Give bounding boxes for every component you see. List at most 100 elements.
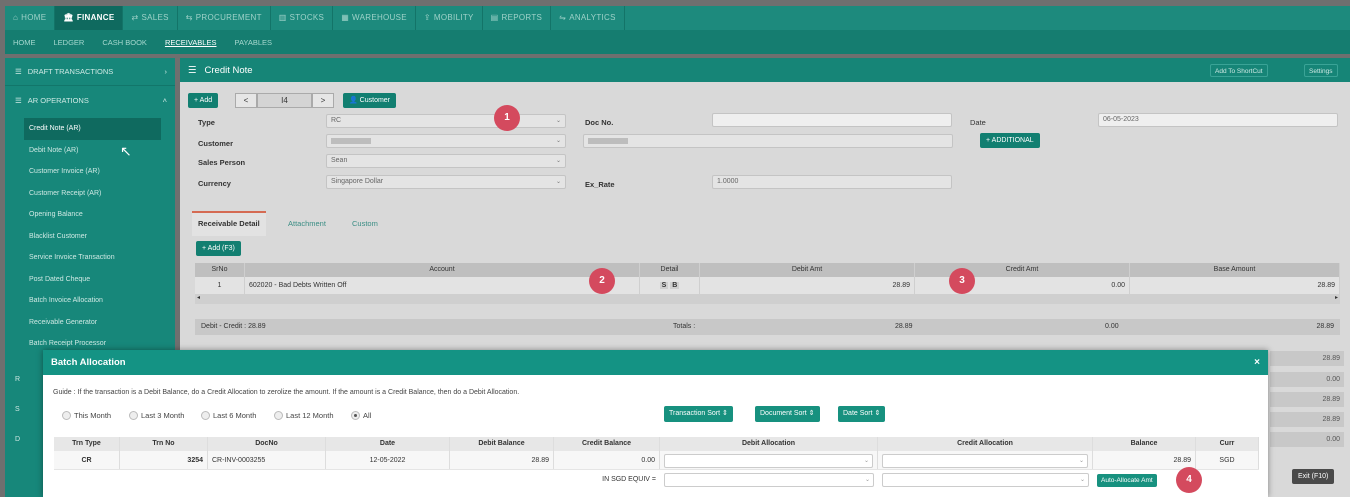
sidebar-item-receivable-generator[interactable]: Receivable Generator	[5, 312, 175, 334]
period-this-month[interactable]: This Month	[62, 411, 111, 420]
finance-subnav: HOME LEDGER CASH BOOK RECEIVABLES PAYABL…	[5, 30, 1350, 54]
debit-allocation-select[interactable]: ⌄	[664, 454, 873, 468]
sidebar-item-credit-note[interactable]: Credit Note (AR)	[24, 118, 161, 140]
radio-button[interactable]	[129, 411, 138, 420]
customer-name-input[interactable]	[583, 134, 953, 148]
scroll-right-icon[interactable]: ▸	[1335, 294, 1338, 301]
period-last-6-month[interactable]: Last 6 Month	[201, 411, 256, 420]
date-sort-button[interactable]: Date Sort ⇕	[838, 406, 886, 422]
chevron-down-icon: ⌄	[863, 458, 869, 464]
summary-value: 28.89	[1270, 392, 1344, 407]
period-last-12-month[interactable]: Last 12 Month	[274, 411, 334, 420]
radio-button[interactable]	[62, 411, 71, 420]
exchange-icon: ⇄	[131, 13, 139, 22]
callout-badge-1: 1	[494, 105, 520, 131]
list-icon: ☰	[188, 64, 197, 76]
additional-button[interactable]: + ADDITIONAL	[980, 133, 1040, 148]
tab-home[interactable]: ⌂ HOME	[5, 6, 56, 30]
totals-label: Totals :	[673, 323, 696, 330]
debit-equiv-select[interactable]: ⌄	[664, 473, 874, 487]
period-last-3-month[interactable]: Last 3 Month	[129, 411, 184, 420]
sidebar-item-opening-balance[interactable]: Opening Balance	[5, 204, 175, 226]
tab-receivable-detail[interactable]: Receivable Detail	[192, 211, 266, 236]
tab-custom[interactable]: Custom	[352, 219, 378, 228]
prev-record-button[interactable]: <	[235, 93, 257, 108]
radio-button-selected[interactable]	[351, 411, 360, 420]
tab-attachment[interactable]: Attachment	[288, 219, 326, 228]
sidebar-collapsed-item[interactable]: D	[15, 436, 20, 443]
period-all[interactable]: All	[351, 411, 371, 420]
detail-s-button[interactable]: S	[659, 282, 669, 289]
ex-rate-input[interactable]: 1.0000	[712, 175, 952, 189]
panel-header: ☰ Credit Note	[180, 58, 1350, 82]
currency-select[interactable]: Singapore Dollar ⌄	[326, 175, 566, 189]
tab-warehouse[interactable]: ▦ WAREHOUSE	[333, 6, 416, 30]
transaction-sort-button[interactable]: Transaction Sort ⇕	[664, 406, 733, 422]
horizontal-scrollbar[interactable]: ◂ ▸	[195, 294, 1340, 304]
sidebar-item-debit-note[interactable]: Debit Note (AR)	[5, 140, 175, 162]
tab-analytics[interactable]: ⇋ ANALYTICS	[551, 6, 625, 30]
warehouse-icon: ▦	[341, 13, 350, 22]
sidebar-draft-transactions[interactable]: ☰ DRAFT TRANSACTIONS ›	[5, 58, 175, 86]
debit-minus-credit: Debit - Credit : 28.89	[201, 323, 266, 330]
tab-reports[interactable]: ▤ REPORTS	[483, 6, 552, 30]
auto-allocate-button[interactable]: Auto-Allocate Amt	[1097, 474, 1157, 487]
add-line-button[interactable]: + Add (F3)	[196, 241, 241, 256]
settings-button[interactable]: Settings	[1304, 64, 1338, 77]
document-sort-button[interactable]: Document Sort ⇕	[755, 406, 820, 422]
sidebar-item-customer-invoice[interactable]: Customer Invoice (AR)	[5, 161, 175, 183]
sidebar-item-customer-receipt[interactable]: Customer Receipt (AR)	[5, 183, 175, 205]
next-record-button[interactable]: >	[312, 93, 334, 108]
radio-button[interactable]	[201, 411, 210, 420]
sidebar-item-service-invoice[interactable]: Service Invoice Transaction	[5, 247, 175, 269]
subnav-ledger[interactable]: LEDGER	[54, 38, 85, 47]
table-row[interactable]: CR 3254 CR-INV-0003255 12-05-2022 28.89 …	[54, 451, 1259, 470]
radio-button[interactable]	[274, 411, 283, 420]
exit-button[interactable]: Exit (F10)	[1292, 469, 1335, 484]
cell-credit-amt: 0.00	[915, 277, 1130, 294]
subnav-payables[interactable]: PAYABLES	[235, 38, 273, 47]
sales-person-value: Sean	[331, 157, 348, 164]
callout-badge-4: 4	[1176, 467, 1202, 493]
cell-credit-allocation: ⌄	[878, 451, 1093, 469]
sales-person-select[interactable]: Sean ⌄	[326, 154, 566, 168]
detail-b-button[interactable]: B	[670, 282, 680, 289]
sidebar-ar-operations[interactable]: ☰ AR OPERATIONS ˄	[5, 86, 175, 114]
date-input[interactable]: 06-05-2023	[1098, 113, 1338, 127]
tab-label: REPORTS	[501, 13, 543, 22]
sidebar-item-post-dated-cheque[interactable]: Post Dated Cheque	[5, 269, 175, 291]
customer-label: Customer	[198, 139, 234, 148]
add-button[interactable]: + Add	[188, 93, 219, 108]
customer-button[interactable]: 👤 Customer	[343, 93, 397, 108]
table-row[interactable]: 1 602020 - Bad Debts Written Off S B 28.…	[195, 277, 1340, 294]
date-value: 06-05-2023	[1103, 116, 1139, 123]
doc-no-input[interactable]	[712, 113, 952, 127]
tab-label: PROCUREMENT	[195, 13, 262, 22]
subnav-cash-book[interactable]: CASH BOOK	[102, 38, 147, 47]
cell-account: 602020 - Bad Debts Written Off	[245, 277, 640, 294]
subnav-receivables[interactable]: RECEIVABLES	[165, 38, 217, 47]
type-select[interactable]: RC ⌄	[326, 114, 566, 128]
sidebar-item-blacklist-customer[interactable]: Blacklist Customer	[5, 226, 175, 248]
customer-select[interactable]: ⌄	[326, 134, 566, 148]
subnav-home[interactable]: HOME	[13, 38, 36, 47]
col-account: Account	[245, 263, 640, 277]
tab-finance[interactable]: 🏛 FINANCE	[55, 6, 124, 30]
tab-sales[interactable]: ⇄ SALES	[123, 6, 178, 30]
tab-mobility[interactable]: ⇪ MOBILITY	[416, 6, 483, 30]
tab-procurement[interactable]: ⇆ PROCUREMENT	[178, 6, 271, 30]
col-detail: Detail	[640, 263, 700, 277]
sidebar-item-batch-invoice-allocation[interactable]: Batch Invoice Allocation	[5, 290, 175, 312]
tab-stocks[interactable]: ▥ STOCKS	[271, 6, 334, 30]
credit-allocation-select[interactable]: ⌄	[882, 454, 1088, 468]
date-label: Date	[970, 118, 986, 127]
sidebar-collapsed-item[interactable]: R	[15, 376, 20, 383]
cell-curr: SGD	[1196, 451, 1259, 469]
sidebar-collapsed-item[interactable]: S	[15, 406, 20, 413]
scroll-left-icon[interactable]: ◂	[197, 294, 200, 301]
close-icon[interactable]: ×	[1254, 350, 1260, 375]
credit-equiv-select[interactable]: ⌄	[882, 473, 1089, 487]
dialog-header: Batch Allocation ×	[43, 350, 1268, 375]
add-to-shortcut-button[interactable]: Add To ShortCut	[1210, 64, 1268, 77]
redacted-value	[588, 138, 628, 144]
